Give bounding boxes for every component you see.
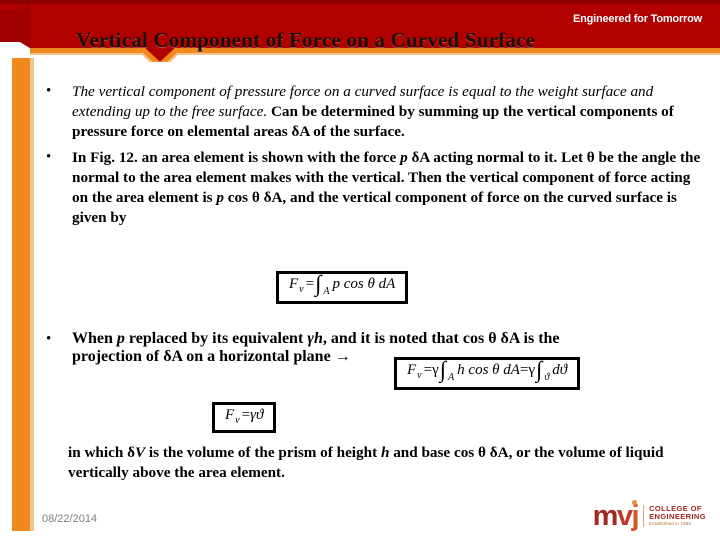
eq2-integral-subscript-1: A [448,371,455,383]
eq1-subscript: v [299,283,304,295]
bullet-2-segment-1: In Fig. 12. an area element is shown wit… [72,149,401,167]
bullet-marker: • [46,331,52,347]
eq2-equals-1: = [423,362,433,378]
equation-3-container: Fv =γϑ [212,402,277,433]
content-body: • The vertical component of pressure for… [44,82,704,230]
list-item: • When p replaced by its equivalent γh, … [44,330,704,366]
eq3-equals: = [241,407,251,423]
eq2-body-1: h cos θ dA [457,362,520,378]
closing-segment-1: in which δ [68,444,135,461]
eq2-integral-subscript-2: ϑ [544,371,550,383]
eq1-integral-subscript: A [323,285,330,297]
bullet-3-var-gamma-h: γh [307,330,323,347]
eq2-F: F [407,362,417,378]
eq3-subscript: v [235,414,240,426]
eq2-integral-sign-1: ∫ [439,357,447,382]
logo-letter-m: m [592,499,619,532]
equation-1: Fv =∫ Ap cos θ dA [276,271,409,304]
footer-date: 08/22/2014 [42,513,98,525]
logo-subtext: COLLEGE OF ENGINEERING Established in 19… [643,505,706,527]
equation-1-container: Fv =∫ Ap cos θ dA [276,271,409,304]
equation-3: Fv =γϑ [212,402,277,433]
eq2-body-2: dϑ [552,362,568,378]
closing-var-V: V [134,444,146,461]
logo-wordmark: mvj [592,499,639,532]
logo-letter-v: v [616,499,633,532]
eq1-equals: = [305,276,315,292]
tagline: Engineered for Tomorrow [572,13,702,25]
bullet-marker: • [46,83,52,99]
list-item: • In Fig. 12. an area element is shown w… [44,148,704,228]
logo-engineering: ENGINEERING [649,512,706,522]
left-accent-bar [12,58,30,531]
bullet-3-segment-1: When [72,330,117,347]
left-accent-bar-highlight [30,58,34,531]
eq2-gamma-1: γ [432,362,439,378]
list-item: • The vertical component of pressure for… [44,82,704,142]
bullet-2-text: In Fig. 12. an area element is shown wit… [72,148,704,228]
bullet-marker: • [46,149,52,166]
equation-2-container: Fv =γ∫ Ah cos θ dA=γ∫ ϑ dϑ [394,357,581,390]
eq3-rhs: γϑ [250,407,264,423]
closing-paragraph: in which δV is the volume of the prism o… [68,443,704,483]
eq1-body: p cos θ dA [332,276,396,292]
eq2-subscript: v [417,369,422,381]
equation-2: Fv =γ∫ Ah cos θ dA=γ∫ ϑ dϑ [394,357,581,390]
bullet-3-segment-2: replaced by its equivalent [124,330,308,347]
eq1-integral-sign: ∫ [315,271,322,296]
bullet-3-container: • When p replaced by its equivalent γh, … [44,330,704,368]
bullet-2-var-p-1: p [400,149,408,167]
bullet-3-var-p: p [116,330,125,347]
arrow-icon: → [334,348,351,365]
header-banner: Engineered for Tomorrow Vertical Compone… [0,0,720,62]
bullet-2-var-p-2: p [216,189,224,207]
logo-established: Established in 1982 [649,520,692,526]
closing-segment-2: is the volume of the prism of height [145,444,381,461]
eq1-F: F [289,276,299,292]
bullet-1-text: The vertical component of pressure force… [72,82,704,142]
eq2-integral-sign-2: ∫ [536,357,543,382]
logo-dot-icon [632,499,638,505]
eq3-F: F [225,407,235,423]
page-title: Vertical Component of Force on a Curved … [76,28,536,52]
mvj-logo: mvj COLLEGE OF ENGINEERING Established i… [592,499,706,532]
